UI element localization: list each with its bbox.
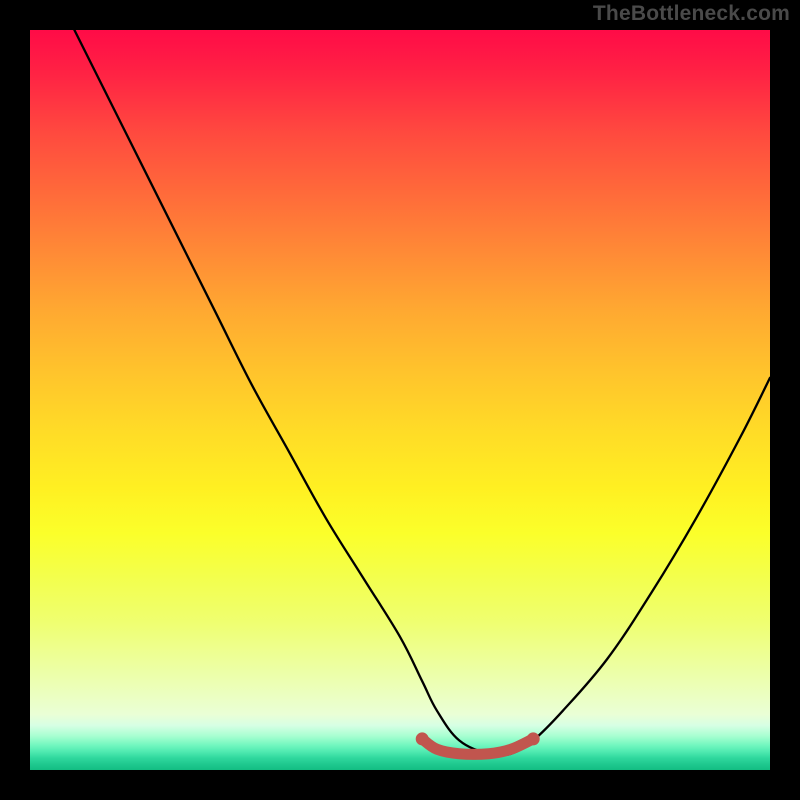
bottleneck-curve-path	[74, 30, 770, 756]
watermark-text: TheBottleneck.com	[593, 2, 790, 26]
optimal-flat-marker-path	[422, 739, 533, 754]
curve-layer	[30, 30, 770, 770]
optimal-marker-right-dot	[527, 732, 540, 745]
optimal-marker-left-dot	[416, 732, 429, 745]
chart-frame: TheBottleneck.com	[0, 0, 800, 800]
plot-area	[30, 30, 770, 770]
